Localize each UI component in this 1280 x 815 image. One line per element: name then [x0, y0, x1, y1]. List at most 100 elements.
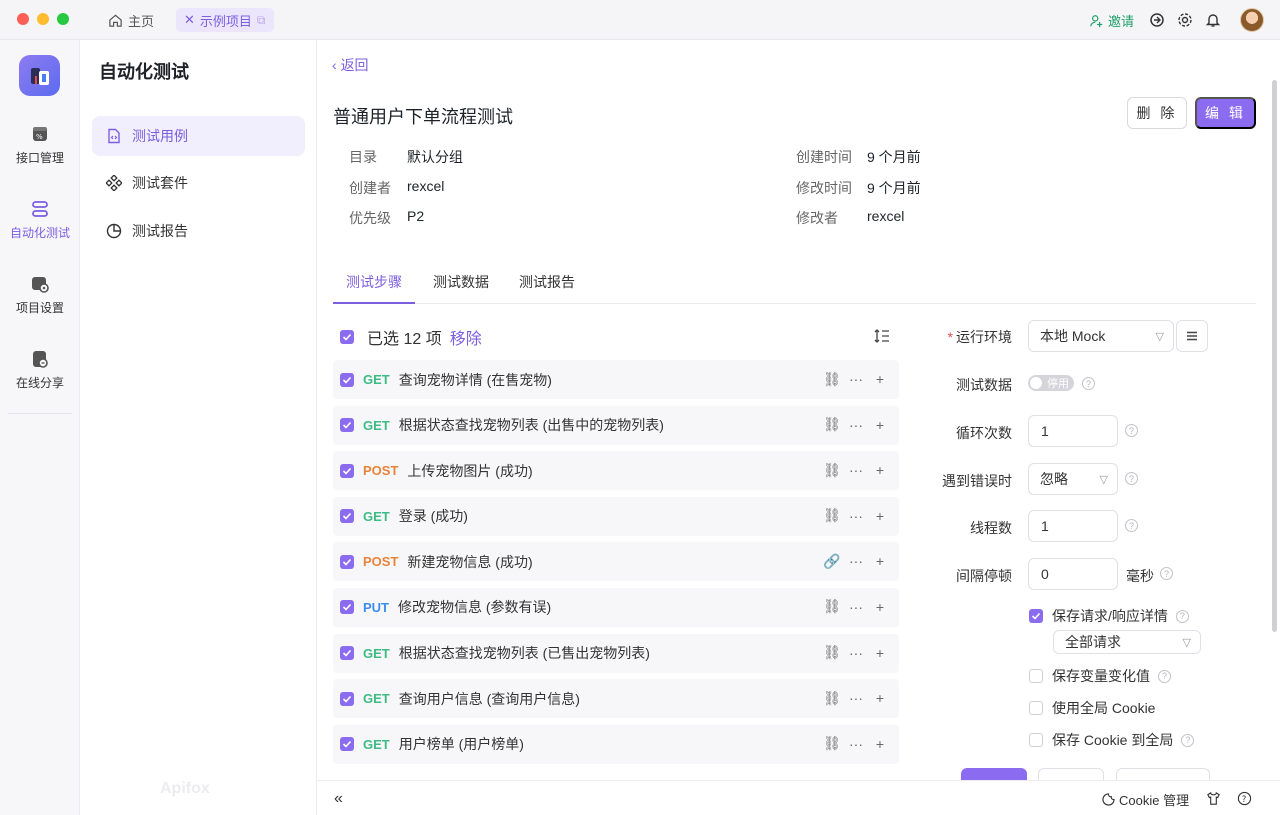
tab-test-reports[interactable]: 测试报告 — [506, 266, 588, 304]
help-icon[interactable]: ? — [1125, 519, 1138, 532]
step-checkbox[interactable] — [340, 463, 354, 478]
sort-icon[interactable] — [874, 328, 890, 347]
link-icon[interactable]: ⛓ — [823, 371, 841, 387]
add-icon[interactable]: + — [873, 553, 887, 569]
list-item[interactable]: POST 上传宠物图片 (成功) ⛓ ··· + — [333, 451, 899, 491]
step-checkbox[interactable] — [340, 691, 354, 706]
testdata-toggle[interactable]: 停用 — [1028, 375, 1074, 391]
help-icon[interactable]: ? — [1160, 567, 1173, 580]
more-icon[interactable]: ··· — [849, 371, 863, 387]
add-icon[interactable]: + — [873, 599, 887, 615]
threads-input[interactable]: 1 — [1028, 510, 1118, 542]
edit-button[interactable]: 编 辑 — [1195, 97, 1256, 129]
help-icon[interactable]: ? — [1181, 733, 1195, 747]
delete-button[interactable]: 删 除 — [1127, 97, 1187, 129]
step-checkbox[interactable] — [340, 554, 354, 569]
add-icon[interactable]: + — [873, 645, 887, 661]
collapse-sidebar-icon[interactable]: « — [334, 790, 343, 808]
tab-test-data[interactable]: 测试数据 — [420, 266, 502, 304]
close-tab-icon[interactable]: ✕ — [184, 12, 195, 28]
list-item[interactable]: GET 查询宠物详情 (在售宠物) ⛓ ··· + — [333, 360, 899, 399]
back-link[interactable]: ‹ 返回 — [332, 55, 369, 75]
rail-item-share[interactable]: 在线分享 — [0, 349, 80, 391]
use-global-cookie-option[interactable]: 使用全局 Cookie — [1029, 698, 1155, 718]
save-var-checkbox[interactable] — [1029, 669, 1043, 683]
help-circle-icon[interactable]: ? — [1236, 790, 1252, 806]
more-icon[interactable]: ··· — [849, 462, 863, 478]
step-checkbox[interactable] — [340, 600, 354, 615]
rail-item-api[interactable]: % 接口管理 — [0, 124, 80, 166]
minimize-window-button[interactable] — [37, 13, 49, 25]
list-item[interactable]: GET 根据状态查找宠物列表 (已售出宠物列表) ⛓ ··· + — [333, 633, 899, 673]
add-icon[interactable]: + — [873, 371, 887, 387]
link-icon[interactable]: ⛓ — [823, 644, 841, 661]
project-logo-icon[interactable] — [19, 55, 60, 96]
link-icon[interactable]: ⛓ — [823, 690, 841, 706]
list-item[interactable]: GET 用户榜单 (用户榜单) ⛓ ··· + — [333, 724, 899, 764]
loop-count-input[interactable]: 1 — [1028, 415, 1118, 447]
list-item[interactable]: GET 根据状态查找宠物列表 (出售中的宠物列表) ⛓ ··· + — [333, 405, 899, 445]
help-icon[interactable]: ? — [1082, 377, 1095, 390]
save-var-option[interactable]: 保存变量变化值 ? — [1029, 666, 1171, 686]
help-icon[interactable]: ? — [1175, 609, 1189, 623]
list-item[interactable]: POST 新建宠物信息 (成功) 🔗 ··· + — [333, 542, 899, 582]
link-icon[interactable]: ⛓ — [823, 598, 841, 615]
more-icon[interactable]: ··· — [849, 645, 863, 661]
link-icon[interactable]: ⛓ — [823, 462, 841, 478]
cookie-manager-button[interactable]: Cookie 管理 — [1102, 790, 1189, 809]
more-icon[interactable]: ··· — [849, 553, 863, 569]
rail-item-settings[interactable]: 项目设置 — [0, 274, 80, 316]
use-global-cookie-checkbox[interactable] — [1029, 701, 1043, 715]
env-select[interactable]: 本地 Mock ▽ — [1028, 320, 1174, 352]
save-detail-checkbox[interactable] — [1029, 609, 1043, 623]
step-checkbox[interactable] — [340, 646, 354, 661]
scrollbar[interactable] — [1272, 80, 1277, 632]
tab-home[interactable]: 主页 — [100, 8, 162, 32]
link-icon[interactable]: ⛓ — [823, 416, 841, 433]
onerror-select[interactable]: 忽略 ▽ — [1028, 463, 1118, 495]
avatar[interactable] — [1240, 8, 1264, 32]
save-detail-scope-select[interactable]: 全部请求 ▽ — [1053, 630, 1201, 654]
rail-item-automation[interactable]: 自动化测试 — [0, 199, 80, 241]
help-icon[interactable]: ? — [1158, 669, 1171, 683]
tab-project[interactable]: ✕ 示例项目 ⧉ — [176, 8, 274, 32]
more-icon[interactable]: ··· — [849, 508, 863, 524]
env-manage-button[interactable] — [1176, 320, 1208, 352]
secondary-button[interactable] — [1038, 768, 1104, 780]
sidebar-item-test-reports[interactable]: 测试报告 — [92, 211, 305, 251]
save-cookie-global-checkbox[interactable] — [1029, 733, 1043, 747]
sync-icon[interactable] — [1147, 10, 1167, 30]
remove-selected-link[interactable]: 移除 — [450, 325, 482, 349]
more-icon[interactable]: ··· — [849, 417, 863, 433]
link-icon[interactable]: 🔗 — [823, 553, 840, 569]
tab-test-steps[interactable]: 测试步骤 — [333, 266, 415, 304]
sidebar-item-test-cases[interactable]: 测试用例 — [92, 116, 305, 156]
list-item[interactable]: GET 登录 (成功) ⛓ ··· + — [333, 496, 899, 536]
add-icon[interactable]: + — [873, 462, 887, 478]
bell-icon[interactable] — [1203, 10, 1223, 30]
shirt-icon[interactable] — [1205, 790, 1221, 806]
link-icon[interactable]: ⛓ — [823, 507, 841, 524]
link-icon[interactable]: ⛓ — [823, 735, 841, 752]
maximize-window-button[interactable] — [57, 13, 69, 25]
help-icon[interactable]: ? — [1125, 424, 1138, 437]
step-checkbox[interactable] — [340, 737, 354, 752]
save-cookie-global-option[interactable]: 保存 Cookie 到全局 ? — [1029, 730, 1195, 750]
list-item[interactable]: GET 查询用户信息 (查询用户信息) ⛓ ··· + — [333, 679, 899, 719]
select-all-checkbox[interactable] — [340, 330, 354, 344]
step-checkbox[interactable] — [340, 509, 354, 524]
sidebar-item-test-suites[interactable]: 测试套件 — [92, 163, 305, 203]
list-item[interactable]: PUT 修改宠物信息 (参数有误) ⛓ ··· + — [333, 587, 899, 627]
gear-icon[interactable] — [1175, 10, 1195, 30]
more-icon[interactable]: ··· — [849, 599, 863, 615]
interval-input[interactable]: 0 — [1028, 558, 1118, 590]
run-button[interactable] — [961, 768, 1027, 780]
save-detail-option[interactable]: 保存请求/响应详情 ? — [1029, 606, 1189, 626]
add-icon[interactable]: + — [873, 508, 887, 524]
more-icon[interactable]: ··· — [849, 736, 863, 752]
add-icon[interactable]: + — [873, 736, 887, 752]
step-checkbox[interactable] — [340, 372, 354, 387]
close-window-button[interactable] — [17, 13, 29, 25]
step-checkbox[interactable] — [340, 418, 354, 433]
add-icon[interactable]: + — [873, 690, 887, 706]
